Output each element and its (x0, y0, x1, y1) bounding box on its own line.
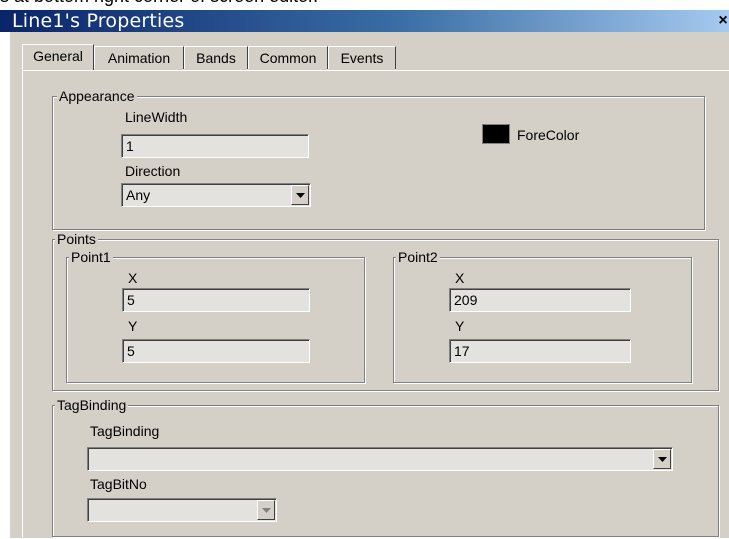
tab-common[interactable]: Common (248, 46, 328, 69)
chevron-down-icon[interactable] (291, 185, 309, 205)
chevron-down-icon[interactable] (653, 449, 671, 469)
tab-events[interactable]: Events (328, 46, 396, 69)
tagbinding-select[interactable] (87, 447, 673, 471)
tab-general[interactable]: General (22, 44, 94, 70)
tagbitno-select[interactable] (87, 498, 277, 522)
point1-group: Point1 X 5 Y 5 (66, 249, 365, 383)
title-bar[interactable]: Line1's Properties × (0, 10, 729, 32)
point1-x-label: X (128, 270, 138, 286)
chevron-down-icon[interactable] (257, 500, 275, 520)
direction-value: Any (126, 187, 151, 203)
point1-legend: Point1 (69, 249, 113, 265)
point1-y-label: Y (128, 318, 138, 334)
close-button[interactable]: × (715, 13, 729, 29)
direction-select[interactable]: Any (121, 183, 311, 207)
window-title: Line1's Properties (12, 10, 185, 32)
point2-legend: Point2 (396, 249, 440, 265)
tagbitno-label: TagBitNo (90, 476, 147, 492)
point1-y-input[interactable]: 5 (122, 339, 310, 363)
appearance-group: Appearance LineWidth 1 Direction Any For… (52, 88, 705, 230)
properties-dialog: General Animation Bands Common Events Ap… (10, 32, 729, 539)
tagbinding-label: TagBinding (90, 423, 160, 439)
linewidth-input[interactable]: 1 (121, 134, 309, 158)
point2-x-label: X (455, 270, 465, 286)
tagbinding-legend: TagBinding (55, 397, 129, 413)
document-text-fragment: s at bottom right corner of screen edito… (0, 0, 729, 8)
forecolor-label: ForeColor (517, 127, 580, 143)
forecolor-swatch[interactable] (482, 124, 510, 144)
point2-group: Point2 X 209 Y 17 (393, 249, 692, 383)
tab-animation[interactable]: Animation (94, 46, 184, 69)
general-tab-panel: Appearance LineWidth 1 Direction Any For… (22, 70, 729, 539)
point2-x-input[interactable]: 209 (449, 288, 631, 312)
points-legend: Points (55, 231, 98, 247)
point1-x-input[interactable]: 5 (122, 288, 310, 312)
point2-y-label: Y (455, 318, 465, 334)
tab-bands[interactable]: Bands (184, 46, 248, 69)
point2-y-input[interactable]: 17 (449, 339, 631, 363)
appearance-legend: Appearance (57, 88, 137, 104)
direction-label: Direction (125, 163, 181, 179)
linewidth-label: LineWidth (125, 109, 188, 125)
tagbinding-group: TagBinding TagBinding TagBitNo (52, 397, 719, 537)
points-group: Points Point1 X 5 Y 5 Point2 X 209 Y 17 (52, 231, 719, 391)
